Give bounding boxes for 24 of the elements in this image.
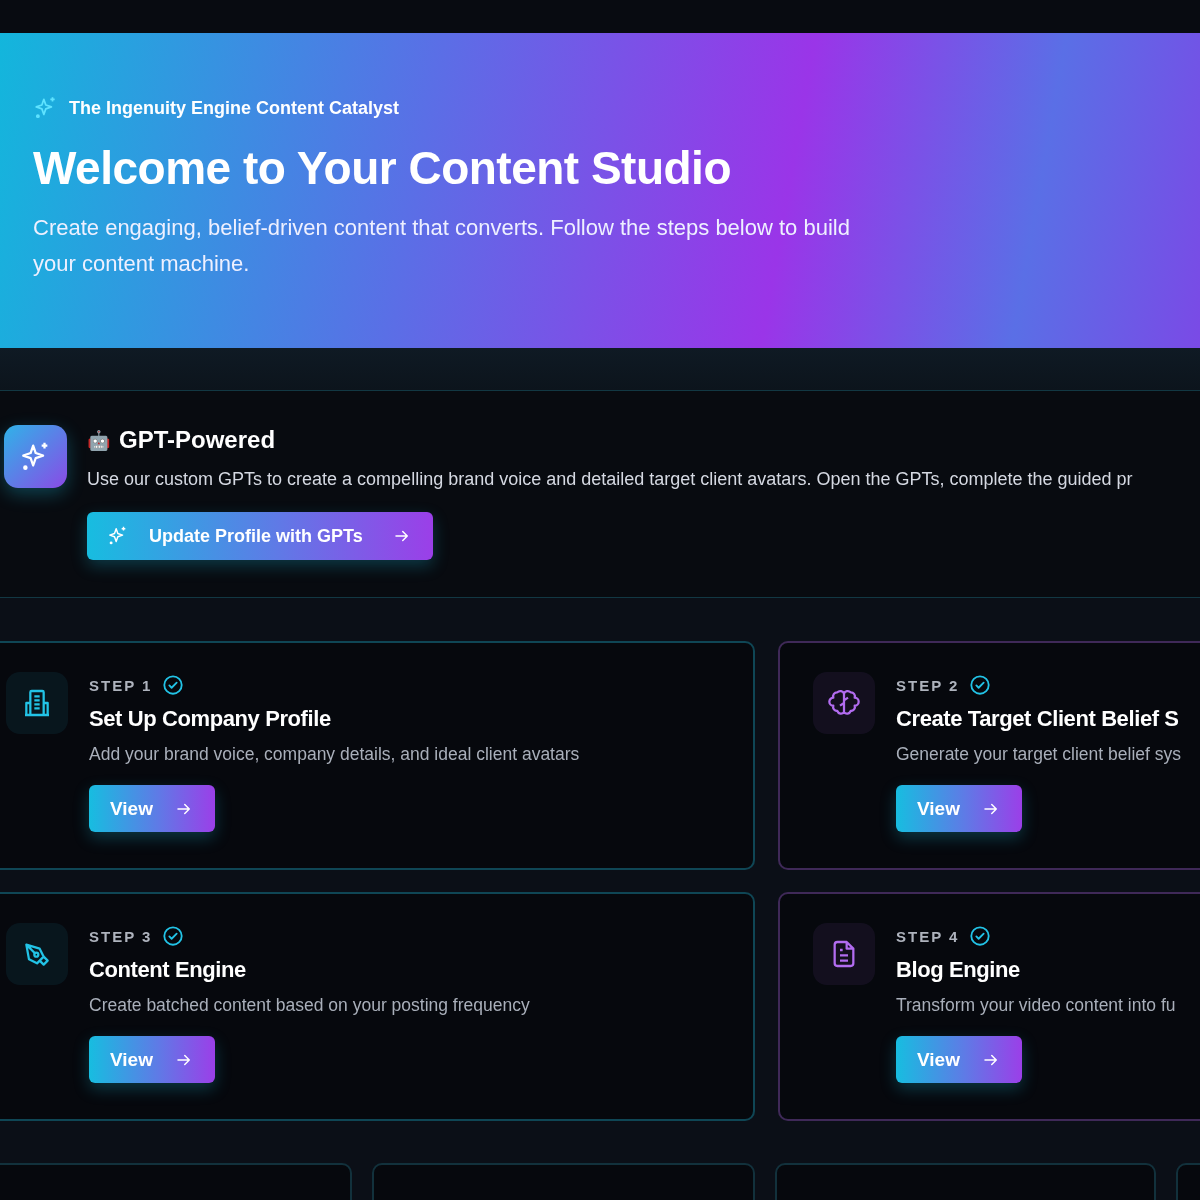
hero-title: Welcome to Your Content Studio (33, 143, 732, 194)
panel-title: GPT-Powered (119, 426, 276, 454)
step-title: Create Target Client Belief S (896, 706, 1180, 732)
step-title: Content Engine (89, 957, 247, 983)
view-button[interactable]: View (89, 785, 215, 832)
view-button[interactable]: View (89, 1036, 215, 1083)
eyebrow-text: The Ingenuity Engine Content Catalyst (69, 97, 400, 119)
step-label: STEP 1 (89, 676, 153, 694)
step-label: STEP 4 (896, 927, 960, 945)
step-description: Generate your target client belief sys (896, 744, 1181, 765)
view-button[interactable]: View (896, 1036, 1022, 1083)
update-profile-button[interactable]: Update Profile with GPTs (87, 512, 433, 560)
step-description: Add your brand voice, company details, and ideal client avatars (89, 744, 580, 765)
view-button[interactable]: View (896, 785, 1022, 832)
sparkle-tile-icon (4, 425, 67, 488)
step-title: Set Up Company Profile (89, 706, 332, 732)
step-description: Transform your video content into fu (896, 995, 1176, 1016)
step-description: Create batched content based on your posting frequency (89, 995, 530, 1016)
step-label: STEP 2 (896, 676, 960, 694)
step-title: Blog Engine (896, 957, 1021, 983)
hero-subtitle: Create engaging, belief-driven content that converts. Follow the steps below to build your content machine. (33, 213, 851, 278)
robot-emoji: 🤖 (87, 428, 111, 452)
step-label: STEP 3 (89, 927, 153, 945)
panel-description: Use our custom GPTs to create a compelling brand voice and detailed target client avatars. Open the GPTs, complete the guided pr (87, 469, 1133, 490)
